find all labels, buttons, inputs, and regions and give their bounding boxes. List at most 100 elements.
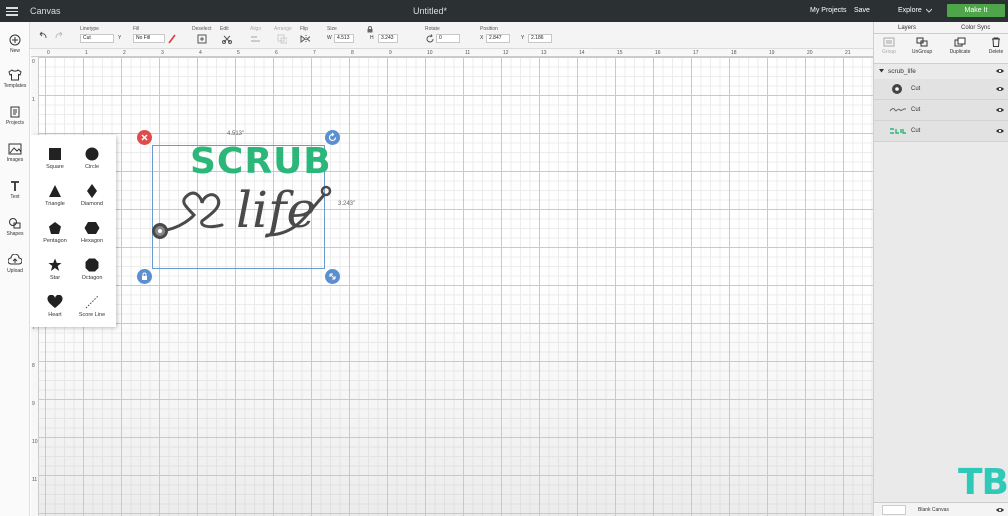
eye-icon[interactable] xyxy=(996,507,1004,513)
arrange-icon[interactable] xyxy=(277,34,287,44)
score-line-icon xyxy=(85,295,99,309)
shapes-panel: Square Circle Triangle Diamond Pentagon … xyxy=(31,135,116,327)
circle-icon xyxy=(85,147,99,161)
group-icon xyxy=(883,37,895,47)
duplicate-button[interactable]: Duplicate xyxy=(945,37,975,55)
shape-triangle[interactable]: Triangle xyxy=(35,184,75,207)
save-link[interactable]: Save xyxy=(854,7,870,14)
height-input[interactable]: 3.243 xyxy=(378,34,398,43)
shapes-icon xyxy=(9,218,21,229)
selection-width-label: 4.513" xyxy=(227,131,245,137)
fill-select[interactable]: No Fill xyxy=(133,34,165,43)
tab-layers[interactable]: Layers xyxy=(898,25,916,31)
chevron-down-icon[interactable] xyxy=(879,69,884,73)
shape-heart[interactable]: Heart xyxy=(35,295,75,318)
flip-icon[interactable] xyxy=(300,34,310,44)
lock-icon[interactable] xyxy=(367,26,373,33)
stethoscope-end-icon xyxy=(892,84,902,94)
ruler-tick-label: 5 xyxy=(237,50,240,56)
image-icon xyxy=(8,143,22,155)
blank-canvas-row[interactable]: Blank Canvas xyxy=(874,502,1008,516)
trash-icon xyxy=(992,37,1000,47)
layer-row[interactable]: Cut xyxy=(874,121,1008,142)
rotate-input[interactable]: 0 xyxy=(436,34,460,43)
sidebar-item-new[interactable]: New xyxy=(0,34,30,54)
ruler-tick-label: 19 xyxy=(769,50,775,56)
tab-color-sync[interactable]: Color Sync xyxy=(961,25,990,31)
eye-icon[interactable] xyxy=(996,68,1004,74)
shape-score-line[interactable]: Score Line xyxy=(72,295,112,318)
life-script-thumb-icon xyxy=(889,108,907,112)
design-canvas[interactable]: 0123456789101112131415161718192021 01234… xyxy=(31,49,873,516)
sidebar-item-templates[interactable]: Templates xyxy=(0,69,30,89)
sidebar-item-images[interactable]: Images xyxy=(0,143,30,163)
ruler-tick-label: 18 xyxy=(731,50,737,56)
explore-link[interactable]: Explore xyxy=(898,7,922,14)
ruler-tick-label: 11 xyxy=(32,477,38,483)
position-y-input[interactable]: 2.186 xyxy=(528,34,552,43)
app-window: Canvas Untitled* My Projects Save Explor… xyxy=(0,0,1008,516)
ruler-tick-label: 12 xyxy=(503,50,509,56)
shape-octagon[interactable]: Octagon xyxy=(72,258,112,281)
eye-icon[interactable] xyxy=(996,128,1004,134)
ruler-tick-label: 3 xyxy=(161,50,164,56)
layer-row[interactable]: Cut xyxy=(874,100,1008,121)
align-icon[interactable] xyxy=(250,34,260,44)
width-input[interactable]: 4.513 xyxy=(334,34,354,43)
layer-row[interactable]: Cut xyxy=(874,79,1008,100)
linetype-color-icon[interactable]: Y xyxy=(118,35,121,41)
shape-circle[interactable]: Circle xyxy=(72,147,112,170)
group-button[interactable]: Group xyxy=(874,37,904,55)
hexagon-icon xyxy=(84,222,100,234)
sidebar-item-text[interactable]: Text xyxy=(0,180,30,200)
ruler-tick-label: 10 xyxy=(427,50,433,56)
ungroup-icon xyxy=(916,37,928,47)
shape-star[interactable]: Star xyxy=(35,258,75,281)
sidebar-item-shapes[interactable]: Shapes xyxy=(0,217,30,237)
ruler-tick-label: 0 xyxy=(32,59,35,65)
eye-icon[interactable] xyxy=(996,107,1004,113)
pen-color-icon[interactable] xyxy=(168,34,176,44)
my-projects-link[interactable]: My Projects xyxy=(810,7,847,14)
sidebar-item-upload[interactable]: Upload xyxy=(0,254,30,274)
eye-icon[interactable] xyxy=(996,86,1004,92)
ruler-tick-label: 6 xyxy=(275,50,278,56)
square-icon xyxy=(49,148,61,160)
ungroup-button[interactable]: UnGroup xyxy=(907,37,937,55)
undo-icon[interactable] xyxy=(38,31,48,39)
layer-group-row[interactable]: scrub_life xyxy=(874,64,1008,79)
text-icon xyxy=(11,181,19,191)
edit-icon[interactable] xyxy=(222,34,232,44)
make-it-button[interactable]: Make It xyxy=(947,4,1005,17)
canvas-shading xyxy=(31,286,873,516)
layers-tabs: Layers Color Sync xyxy=(874,22,1008,34)
heart-icon xyxy=(47,295,63,308)
ruler-tick-label: 9 xyxy=(32,401,35,407)
shape-hexagon[interactable]: Hexagon xyxy=(72,221,112,244)
delete-button[interactable]: Delete xyxy=(981,37,1008,55)
sidebar-item-projects[interactable]: Projects xyxy=(0,106,30,126)
deselect-icon[interactable] xyxy=(197,34,207,44)
ruler-tick-label: 8 xyxy=(351,50,354,56)
shape-diamond[interactable]: Diamond xyxy=(72,184,112,207)
star-icon xyxy=(48,258,62,271)
linetype-select[interactable]: Cut xyxy=(80,34,114,43)
edit-toolbar: Linetype Cut Y Fill No Fill Deselect Edi… xyxy=(30,22,873,49)
watermark-logo: TB xyxy=(958,462,1008,503)
rotate-icon xyxy=(426,34,434,43)
stethoscope-artwork[interactable] xyxy=(152,145,352,273)
redo-icon[interactable] xyxy=(54,31,64,39)
horizontal-ruler: 0 1 2 3 4 5 6 7 8 9 10 11 12 13 14 15 16 17 18 19 20 21 xyxy=(31,49,873,57)
scrub-thumb-icon xyxy=(890,128,906,134)
ruler-tick-label: 13 xyxy=(541,50,547,56)
position-x-input[interactable]: 2.847 xyxy=(486,34,510,43)
shape-square[interactable]: Square xyxy=(35,147,75,170)
ruler-tick-label: 4 xyxy=(199,50,202,56)
duplicate-icon xyxy=(954,37,966,47)
lock-icon xyxy=(142,272,147,280)
close-icon xyxy=(141,134,148,141)
ruler-tick-label: 16 xyxy=(655,50,661,56)
delete-handle[interactable] xyxy=(137,130,152,145)
shape-pentagon[interactable]: Pentagon xyxy=(35,221,75,244)
lock-handle[interactable] xyxy=(137,269,152,284)
